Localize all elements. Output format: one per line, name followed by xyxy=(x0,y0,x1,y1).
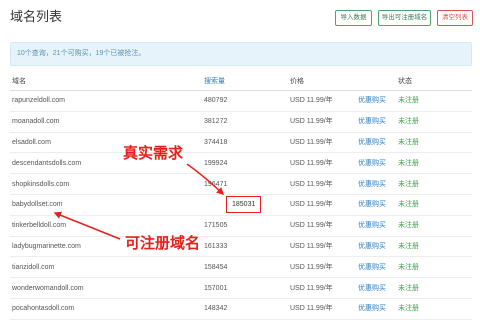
import-data-button[interactable]: 导入数据 xyxy=(335,10,372,26)
price: USD 11.99/年 xyxy=(290,201,333,209)
domain-name: pocahontasdoll.com xyxy=(12,305,75,313)
discount-buy-link[interactable]: 优惠购买 xyxy=(358,117,386,126)
price: USD 11.99/年 xyxy=(290,180,333,188)
status-label: 未注册 xyxy=(398,284,419,292)
discount-buy-link[interactable]: 优惠购买 xyxy=(358,180,386,189)
table-row: moanadoll.com 381272 USD 11.99/年 优惠购买 未注册 xyxy=(10,112,472,133)
column-header-status: 状态 xyxy=(398,77,412,85)
domain-name: rapunzeldoll.com xyxy=(12,97,65,105)
annotation-real-demand: 真实需求 xyxy=(123,145,184,162)
price: USD 11.99/年 xyxy=(290,284,333,292)
column-header-search-volume[interactable]: 搜索量 xyxy=(204,77,225,86)
discount-buy-link[interactable]: 优惠购买 xyxy=(358,304,386,313)
clear-list-button[interactable]: 清空列表 xyxy=(437,10,473,26)
domain-name: moanadoll.com xyxy=(12,118,60,126)
status-label: 未注册 xyxy=(398,201,419,209)
status-label: 未注册 xyxy=(398,97,419,105)
search-volume: 157001 xyxy=(204,284,228,292)
table-row: descendantsdolls.com 199924 USD 11.99/年 优惠购… xyxy=(10,153,472,175)
search-volume: 158454 xyxy=(204,263,228,271)
status-label: 未注册 xyxy=(398,305,419,313)
domain-name: shopkinsdolls.com xyxy=(12,180,70,188)
price: USD 11.99/年 xyxy=(290,263,333,271)
domain-name: tianzidoll.com xyxy=(12,263,55,271)
price: USD 11.99/年 xyxy=(290,305,333,313)
search-volume: 196471 xyxy=(204,180,228,188)
status-label: 未注册 xyxy=(398,180,419,188)
domain-table: 域名 搜索量 价格 状态 rapunzeldoll.com 480792 USD 1… xyxy=(10,72,472,320)
table-header-row: 域名 搜索量 价格 状态 xyxy=(10,72,472,91)
table-row: tinkerbelldoll.com 171505 USD 11.99/年 优惠购买 未… xyxy=(10,216,472,237)
summary-alert: 10个查询，21个可购买，19个已被抢注。 xyxy=(10,42,472,66)
discount-buy-link[interactable]: 优惠购买 xyxy=(358,138,386,147)
discount-buy-link[interactable]: 优惠购买 xyxy=(358,221,386,230)
search-volume: 381272 xyxy=(204,118,228,126)
price: USD 11.99/年 xyxy=(290,138,333,146)
price: USD 11.99/年 xyxy=(290,159,333,167)
table-row: tianzidoll.com 158454 USD 11.99/年 优惠购买 未注册 xyxy=(10,257,472,279)
status-label: 未注册 xyxy=(398,242,419,250)
status-label: 未注册 xyxy=(398,222,419,230)
table-body: rapunzeldoll.com 480792 USD 11.99/年 优惠购买 未注册… xyxy=(10,91,472,320)
price: USD 11.99/年 xyxy=(290,97,333,105)
column-header-domain: 域名 xyxy=(12,77,26,85)
table-row: shopkinsdolls.com 196471 USD 11.99/年 优惠购买 未注… xyxy=(10,174,472,195)
domain-name: babydollset.com xyxy=(12,201,63,209)
search-volume: 148342 xyxy=(204,305,228,313)
discount-buy-link[interactable]: 优惠购买 xyxy=(358,159,386,168)
search-volume: 199924 xyxy=(204,159,228,167)
table-row: wonderwomandoll.com 157001 USD 11.99/年 优惠购买… xyxy=(10,278,472,299)
annotation-registerable-domain: 可注册域名 xyxy=(125,235,201,252)
domain-name: wonderwomandoll.com xyxy=(12,284,84,292)
status-label: 未注册 xyxy=(398,138,419,146)
discount-buy-link[interactable]: 优惠购买 xyxy=(358,242,386,251)
table-row: rapunzeldoll.com 480792 USD 11.99/年 优惠购买 未注册 xyxy=(10,91,472,112)
status-label: 未注册 xyxy=(398,159,419,167)
price: USD 11.99/年 xyxy=(290,242,333,250)
domain-name: tinkerbelldoll.com xyxy=(12,222,67,230)
status-label: 未注册 xyxy=(398,118,419,126)
table-row: pocahontasdoll.com 148342 USD 11.99/年 优惠购买 未… xyxy=(10,299,472,320)
column-header-price: 价格 xyxy=(290,77,304,85)
search-volume: 374418 xyxy=(204,138,228,146)
discount-buy-link[interactable]: 优惠购买 xyxy=(358,96,386,105)
status-label: 未注册 xyxy=(398,263,419,271)
table-row: babydollset.com 185031 USD 11.99/年 优惠购买 未注册 xyxy=(10,195,472,216)
table-row: elsadoll.com 374418 USD 11.99/年 优惠购买 未注册 xyxy=(10,133,472,154)
price: USD 11.99/年 xyxy=(290,118,333,126)
export-registerable-button[interactable]: 导出可注册域名 xyxy=(378,10,431,26)
discount-buy-link[interactable]: 优惠购买 xyxy=(358,200,386,209)
discount-buy-link[interactable]: 优惠购买 xyxy=(358,284,386,293)
search-volume-highlighted: 185031 xyxy=(226,196,262,214)
page-title: 域名列表 xyxy=(10,9,63,24)
discount-buy-link[interactable]: 优惠购买 xyxy=(358,263,386,272)
search-volume: 161333 xyxy=(204,242,228,250)
table-row: ladybugmarinette.com 161333 USD 11.99/年 优惠购… xyxy=(10,237,472,258)
search-volume: 171505 xyxy=(204,222,228,230)
search-volume: 480792 xyxy=(204,97,228,105)
price: USD 11.99/年 xyxy=(290,222,333,230)
